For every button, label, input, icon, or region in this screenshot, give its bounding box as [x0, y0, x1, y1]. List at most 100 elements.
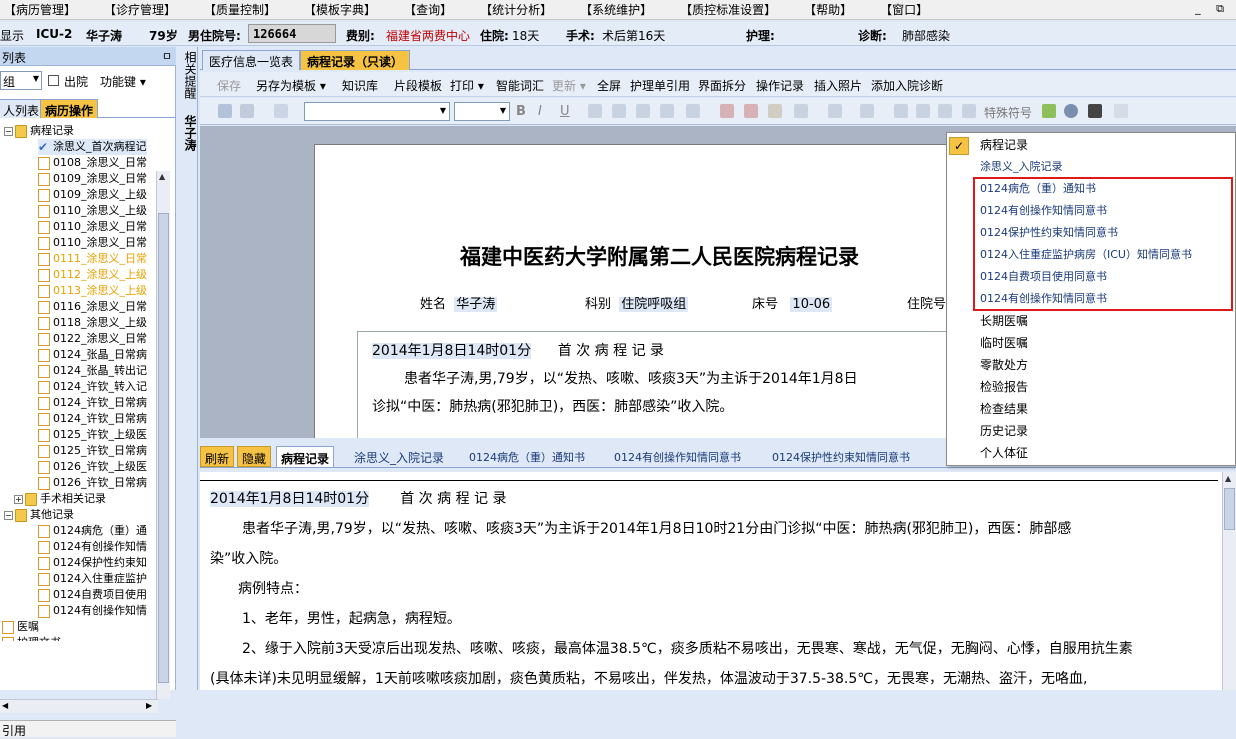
tree-item-progress-note[interactable]: 0111_涂思义_日常 — [38, 251, 147, 267]
popup-item[interactable]: 涂思义_入院记录 — [980, 157, 1063, 177]
popup-item[interactable]: 检验报告 — [980, 377, 1028, 397]
tree-item-other-record[interactable]: 0124自费项目使用 — [38, 587, 147, 603]
outdent-icon[interactable] — [720, 104, 734, 118]
tree-item-progress-note[interactable]: 0124_许钦_日常病 — [38, 395, 147, 411]
popup-item[interactable]: 病程记录 — [980, 135, 1028, 155]
document-view-lower[interactable]: 2014年1月8日14时01分 首 次 病 程 记 录 患者华子涛,男,79岁，… — [200, 472, 1236, 690]
tab-restraint-consent[interactable]: 0124保护性约束知情同意书 — [768, 446, 914, 467]
add-note-icon[interactable] — [1042, 104, 1056, 118]
tree-item-progress-note[interactable]: 0116_涂思义_日常 — [38, 299, 147, 315]
tree-folder-surgery[interactable]: + 手术相关记录 — [14, 491, 106, 507]
tree-item-progress-note[interactable]: ✔ 涂思义_首次病程记 — [38, 139, 147, 155]
tree-item-progress-note[interactable]: 0126_许钦_上级医 — [38, 459, 147, 475]
tree-item-progress-note[interactable]: 0118_涂思义_上级 — [38, 315, 147, 331]
subscript-icon[interactable] — [938, 104, 952, 118]
tab-progress-notes-readonly[interactable]: 病程记录（只读） — [300, 50, 411, 70]
popup-item[interactable]: 0124自费项目使用同意书 — [980, 267, 1107, 287]
tree-item-progress-note[interactable]: 0124_张晶_转出记 — [38, 363, 147, 379]
menu-quality-control[interactable]: 【质量控制】 — [200, 1, 286, 18]
menu-templates[interactable]: 【模板字典】 — [300, 1, 386, 18]
tree-folder-other[interactable]: − 其他记录 — [4, 507, 74, 523]
popup-item[interactable]: 零散处方 — [980, 355, 1028, 375]
list-icon[interactable] — [686, 104, 700, 118]
tree-item-progress-note[interactable]: 0112_涂思义_上级 — [38, 267, 147, 283]
tree-item-other-record[interactable]: 0124保护性约束知 — [38, 555, 147, 571]
popup-item[interactable]: 检查结果 — [980, 399, 1028, 419]
popup-item[interactable]: 0124有创操作知情同意书 — [980, 289, 1107, 309]
knowledge-base-button[interactable]: 知识库 — [342, 77, 378, 94]
font-size-select[interactable]: ▼ — [454, 102, 510, 121]
align-right-icon[interactable] — [636, 104, 650, 118]
tree-item-progress-note[interactable]: 0122_涂思义_日常 — [38, 331, 147, 347]
popup-item[interactable]: 长期医嘱 — [980, 311, 1028, 331]
tree-item-progress-note[interactable]: 0110_涂思义_日常 — [38, 219, 147, 235]
lower-vertical-scrollbar[interactable]: ▲ — [1222, 472, 1236, 690]
fragment-template-button[interactable]: 片段模板 — [394, 77, 442, 94]
popup-item[interactable]: 历史记录 — [980, 421, 1028, 441]
nursing-reference-button[interactable]: 护理单引用 — [630, 77, 690, 94]
font-family-select[interactable]: ▼ — [304, 102, 450, 121]
menu-treatment[interactable]: 【诊疗管理】 — [100, 1, 186, 18]
redo-icon[interactable] — [274, 104, 288, 118]
insert-photo-button[interactable]: 插入照片 — [814, 77, 862, 94]
operation-log-button[interactable]: 操作记录 — [756, 77, 804, 94]
tree-item-progress-note[interactable]: 0108_涂思义_日常 — [38, 155, 147, 171]
scroll-thumb[interactable] — [158, 213, 169, 683]
collapse-icon[interactable]: − — [4, 510, 13, 520]
italic-icon[interactable]: I — [538, 104, 552, 119]
shading-icon[interactable] — [860, 104, 874, 118]
popup-item[interactable]: 个人体征 — [980, 443, 1028, 463]
pin-icon[interactable]: ㅁ — [162, 48, 172, 64]
group-select[interactable]: 组 ▼ — [0, 71, 42, 90]
tab-patient-name[interactable]: 华子涛 — [180, 115, 197, 151]
tree-folder-progress-notes[interactable]: − 病程记录 — [4, 123, 74, 139]
spell-check-icon[interactable] — [768, 104, 782, 118]
font-color-icon[interactable] — [794, 104, 808, 118]
tab-record-operations[interactable]: 病历操作 — [40, 99, 99, 118]
menu-medical-records[interactable]: 【病历管理】 — [0, 1, 86, 18]
tree-item-nursing-docs[interactable]: 护理文书 — [2, 635, 61, 641]
popup-item[interactable]: 临时医嘱 — [980, 333, 1028, 353]
table-icon[interactable] — [894, 104, 908, 118]
print-preview-icon[interactable] — [1114, 104, 1128, 118]
tree-item-other-record[interactable]: 0124病危（重）通 — [38, 523, 147, 539]
tree-item-orders[interactable]: 医嘱 — [2, 619, 39, 635]
tab-admission-record[interactable]: 涂思义_入院记录 — [350, 446, 448, 467]
link-icon[interactable] — [962, 104, 976, 118]
collapse-icon[interactable]: − — [4, 126, 13, 136]
tree-item-other-record[interactable]: 0124入住重症监护 — [38, 571, 147, 587]
align-center-icon[interactable] — [612, 104, 626, 118]
tree-item-progress-note[interactable]: 0109_涂思义_上级 — [38, 187, 147, 203]
function-key-dropdown[interactable]: 功能键 ▾ — [100, 73, 146, 90]
popup-item[interactable]: 0124入住重症监护病房（ICU）知情同意书 — [980, 245, 1192, 265]
justify-icon[interactable] — [660, 104, 674, 118]
tree-item-progress-note[interactable]: 0124_许钦_日常病 — [38, 411, 147, 427]
highlight-icon[interactable] — [828, 104, 842, 118]
tree-item-progress-note[interactable]: 0124_许钦_转入记 — [38, 379, 147, 395]
tab-invasive-consent[interactable]: 0124有创操作知情同意书 — [610, 446, 745, 467]
search-icon[interactable] — [1064, 104, 1078, 118]
popup-item[interactable]: 0124病危（重）通知书 — [980, 179, 1096, 199]
tree-item-progress-note[interactable]: 0113_涂思义_上级 — [38, 283, 147, 299]
tab-patient-list[interactable]: 人列表 — [0, 99, 45, 118]
border-icon[interactable] — [916, 104, 930, 118]
menu-qc-standards[interactable]: 【质控标准设置】 — [676, 1, 786, 18]
tree-item-progress-note[interactable]: 0109_涂思义_日常 — [38, 171, 147, 187]
indent-icon[interactable] — [744, 104, 758, 118]
tab-related-reminders[interactable]: 相关提醒 — [180, 51, 197, 99]
binoculars-icon[interactable] — [1088, 104, 1102, 118]
scroll-left-icon[interactable]: ◀ — [2, 701, 8, 710]
tab-progress-notes[interactable]: 病程记录 — [276, 446, 335, 467]
save-button[interactable]: 保存 — [217, 77, 241, 94]
menu-query[interactable]: 【查询】 — [400, 1, 462, 18]
menu-system[interactable]: 【系统维护】 — [576, 1, 662, 18]
tree-horizontal-scrollbar[interactable]: ◀ ▶ — [0, 699, 158, 713]
tree-item-progress-note[interactable]: 0125_许钦_上级医 — [38, 427, 147, 443]
add-admission-diagnosis-button[interactable]: 添加入院诊断 — [871, 77, 943, 94]
menu-help[interactable]: 【帮助】 — [800, 1, 862, 18]
print-button[interactable]: 打印 ▾ — [450, 77, 484, 94]
tree-item-progress-note[interactable]: 0126_许钦_日常病 — [38, 475, 147, 491]
undo-icon[interactable] — [240, 104, 254, 118]
scroll-thumb[interactable] — [1224, 488, 1235, 530]
hide-button[interactable]: 隐藏 — [237, 446, 272, 467]
